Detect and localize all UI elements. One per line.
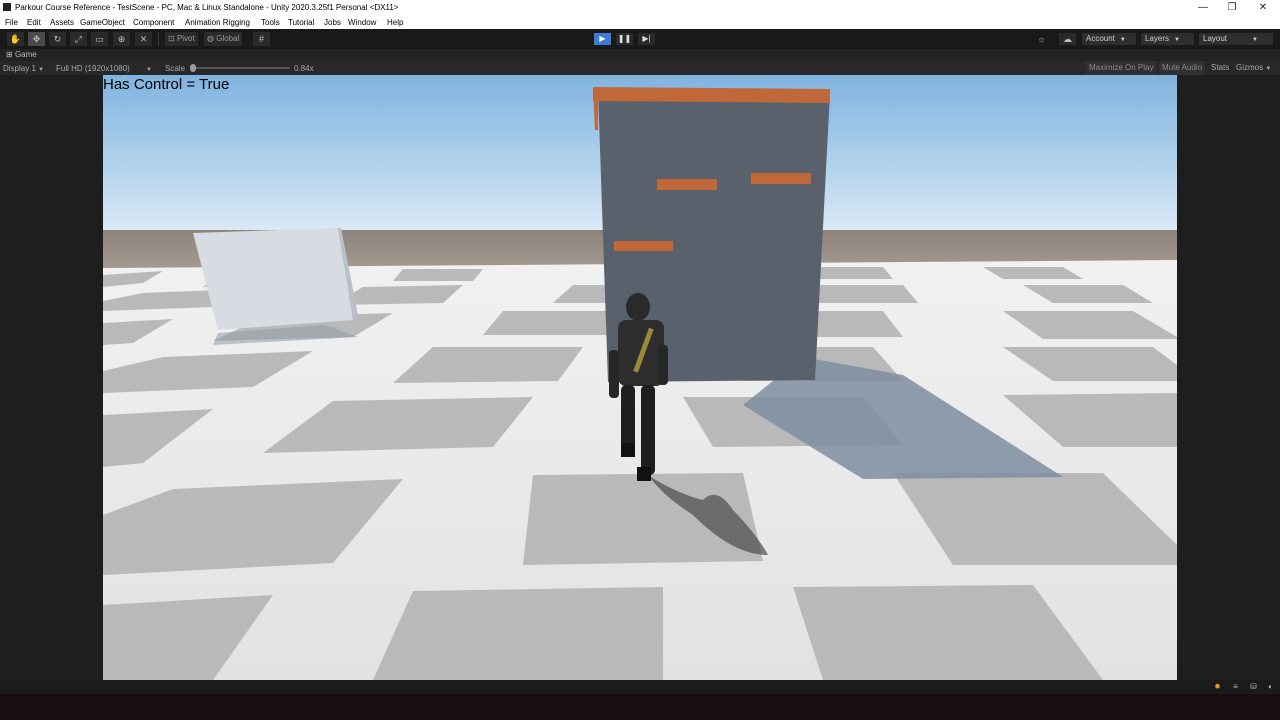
status-bar <box>0 680 1280 694</box>
scale-slider-handle[interactable] <box>190 64 196 72</box>
collab-status-icon[interactable]: ⛁ <box>1249 682 1258 691</box>
chevron-down-icon: ▼ <box>1119 37 1126 43</box>
menu-tools[interactable]: Tools <box>261 18 280 27</box>
pivot-icon: ⊡ <box>168 34 175 43</box>
tab-game-label: Game <box>14 50 37 59</box>
refresh-icon[interactable]: ◐ <box>1266 682 1275 691</box>
chevron-down-icon: ▼ <box>1174 37 1180 43</box>
scale-tool-icon[interactable]: ⤢ <box>70 32 87 46</box>
mute-audio-toggle[interactable]: Mute Audio <box>1159 61 1206 75</box>
collab-icon[interactable]: ☼ <box>1033 33 1050 45</box>
game-scene <box>103 75 1177 680</box>
chevron-down-icon: ▼ <box>1252 37 1258 43</box>
resolution-dropdown[interactable]: Full HD (1920x1080) ▼ <box>56 64 152 73</box>
unity-logo-icon <box>3 3 11 11</box>
menu-gameobject[interactable]: GameObject <box>80 18 125 27</box>
tab-game[interactable]: ⊞ Game <box>3 49 37 61</box>
scale-value: 0.84x <box>294 64 314 73</box>
rotate-tool-icon[interactable]: ↻ <box>49 32 66 46</box>
menu-window[interactable]: Window <box>348 18 376 27</box>
scale-label: Scale <box>165 64 186 73</box>
game-tab-icon: ⊞ <box>6 50 13 59</box>
minimize-button[interactable]: — <box>1189 0 1217 15</box>
os-taskbar <box>0 694 1280 720</box>
custom-tool-icon[interactable]: ✕ <box>135 32 152 46</box>
chevron-down-icon: ▼ <box>38 67 45 73</box>
close-button[interactable]: ✕ <box>1249 0 1277 15</box>
menu-tutorial[interactable]: Tutorial <box>288 18 314 27</box>
menu-jobs[interactable]: Jobs <box>324 18 341 27</box>
ledge <box>614 241 673 251</box>
menu-edit[interactable]: Edit <box>27 18 41 27</box>
play-button[interactable]: ▶ <box>594 33 611 45</box>
menu-file[interactable]: File <box>5 18 18 27</box>
hand-tool-icon[interactable]: ✋ <box>7 32 24 46</box>
layers-dropdown[interactable]: Layers ▼ <box>1141 33 1194 45</box>
pivot-toggle[interactable]: ⊡ Pivot <box>165 32 198 46</box>
menu-animation-rigging[interactable]: Animation Rigging <box>185 18 250 27</box>
display-dropdown[interactable]: Display 1 ▼ <box>3 64 44 73</box>
global-label: Global <box>216 34 240 43</box>
global-toggle[interactable]: ◍ Global <box>204 32 243 46</box>
transform-tool-icon[interactable]: ⊕ <box>113 32 130 46</box>
menu-help[interactable]: Help <box>387 18 403 27</box>
pause-button[interactable]: ❚❚ <box>616 33 633 45</box>
display-label: Display 1 <box>3 64 36 73</box>
gizmos-label: Gizmos <box>1236 63 1264 72</box>
maximize-on-play-toggle[interactable]: Maximize On Play <box>1086 61 1157 75</box>
menu-component[interactable]: Component <box>133 18 174 27</box>
hud-control-status: Has Control = True <box>103 76 230 93</box>
pivot-label: Pivot <box>176 34 195 43</box>
scale-slider-track[interactable] <box>192 67 290 69</box>
move-tool-icon[interactable]: ✥ <box>28 32 45 46</box>
game-viewport[interactable]: Has Control = True <box>103 75 1177 680</box>
account-label: Account <box>1086 34 1115 43</box>
bug-icon[interactable]: ✹ <box>1213 682 1222 691</box>
tab-bar: ⊞ Game <box>0 49 1280 61</box>
stats-toggle[interactable]: Stats <box>1208 61 1232 75</box>
title-bar: Parkour Course Reference - TestScene - P… <box>0 0 1280 15</box>
globe-icon: ◍ <box>207 34 214 43</box>
grid-snap-icon[interactable]: # <box>253 32 270 46</box>
toolbar-separator <box>158 32 159 46</box>
menu-bar: File Edit Assets GameObject Component An… <box>0 15 1280 29</box>
restore-button[interactable]: ❐ <box>1218 0 1246 15</box>
rect-tool-icon[interactable]: ▭ <box>91 32 108 46</box>
layout-dropdown[interactable]: Layout ▼ <box>1199 33 1273 45</box>
cloud-icon[interactable]: ☁ <box>1059 33 1076 45</box>
chevron-down-icon: ▼ <box>1265 66 1272 72</box>
ledge <box>751 173 811 184</box>
gizmos-toggle[interactable]: Gizmos ▼ <box>1233 61 1274 75</box>
layers-label: Layers <box>1145 34 1170 43</box>
layout-label: Layout <box>1203 34 1228 43</box>
ledge <box>657 179 717 190</box>
main-toolbar: ✋ ✥ ↻ ⤢ ▭ ⊕ ✕ ⊡ Pivot ◍ Global # ▶ ❚❚ ▶|… <box>0 29 1280 49</box>
resolution-label: Full HD (1920x1080) <box>56 64 130 73</box>
chevron-down-icon: ▼ <box>146 67 152 73</box>
window-title: Parkour Course Reference - TestScene - P… <box>15 3 399 12</box>
layers-status-icon[interactable]: ≡ <box>1231 682 1240 691</box>
step-button[interactable]: ▶| <box>638 33 655 45</box>
account-dropdown[interactable]: Account ▼ <box>1082 33 1136 45</box>
menu-assets[interactable]: Assets <box>50 18 74 27</box>
